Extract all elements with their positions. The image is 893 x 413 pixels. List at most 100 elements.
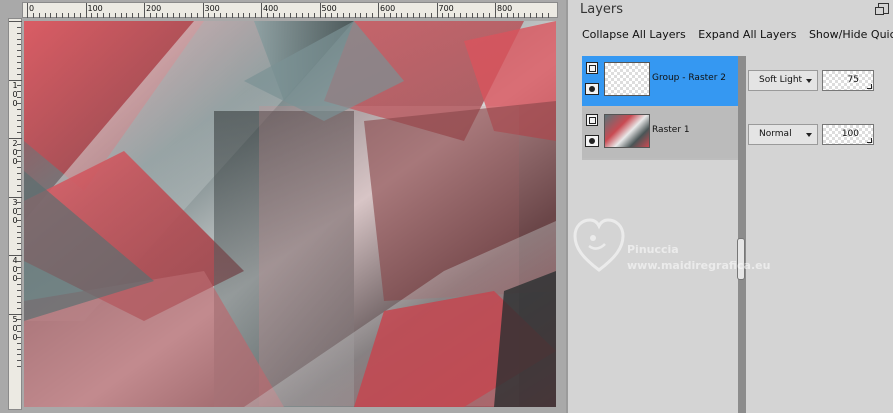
ruler-tick [249, 13, 251, 18]
ruler-tick [179, 13, 181, 18]
ruler-tick [17, 260, 21, 262]
opacity-field[interactable]: 75 [822, 70, 874, 91]
ruler-tick [266, 13, 268, 18]
ruler-tick [38, 13, 40, 18]
ruler-tick [17, 132, 21, 134]
layer-row-raster-1[interactable]: Raster 1 [582, 108, 738, 160]
ruler-tick [17, 331, 21, 333]
show-hide-quick-search-button[interactable]: Show/Hide Quick Sea [809, 28, 893, 41]
layer-name: Group - Raster 2 [652, 73, 726, 83]
ruler-tick [155, 13, 157, 18]
ruler-tick [17, 219, 21, 221]
raster-layer-icon [586, 114, 598, 126]
ruler-tick [17, 243, 21, 245]
ruler-label: 800 [497, 4, 513, 13]
layers-toolbar: Collapse All Layers Expand All Layers Sh… [582, 28, 893, 41]
layer-list: Group - Raster 2 Raster 1 [582, 56, 738, 160]
ruler-tick [418, 13, 420, 18]
ruler-tick [541, 13, 543, 18]
ruler-tick [237, 13, 239, 18]
ruler-tick [307, 13, 309, 18]
ruler-tick [17, 336, 21, 338]
ruler-tick [17, 155, 21, 157]
blend-mode-dropdown[interactable]: Normal [748, 124, 818, 145]
ruler-tick [9, 21, 22, 22]
ruler-tick [17, 102, 21, 104]
blend-mode-value: Normal [759, 129, 792, 139]
ruler-tick [173, 13, 175, 18]
ruler-tick [56, 13, 58, 18]
ruler-tick [214, 13, 216, 18]
ruler-tick [465, 13, 467, 18]
ruler-tick [354, 13, 356, 18]
ruler-tick [17, 354, 21, 356]
ruler-tick [225, 13, 227, 18]
ruler-tick [290, 13, 292, 18]
ruler-tick [401, 13, 403, 18]
resize-corner-icon [867, 138, 872, 143]
ruler-tick [17, 167, 21, 169]
ruler-tick [442, 13, 444, 18]
ruler-tick [17, 184, 21, 186]
ruler-tick [366, 13, 368, 18]
heart-icon [573, 218, 625, 272]
ruler-tick [17, 91, 21, 93]
ruler-tick [500, 13, 502, 18]
ruler-tick [17, 149, 21, 151]
ruler-label: 100 [87, 4, 103, 13]
ruler-tick [220, 13, 222, 18]
watermark-url: www.maidiregrafica.eu [627, 259, 771, 272]
ruler-tick [506, 13, 508, 18]
ruler-tick [278, 13, 280, 18]
layer-thumbnail [604, 114, 650, 148]
ruler-tick [17, 120, 21, 122]
ruler-tick [483, 13, 485, 18]
opacity-field[interactable]: 100 [822, 124, 874, 145]
ruler-tick [108, 13, 110, 18]
canvas-image[interactable] [24, 21, 556, 407]
ruler-tick [424, 13, 426, 18]
ruler-tick [17, 61, 21, 63]
ruler-tick [261, 3, 262, 18]
ruler-tick [91, 13, 93, 18]
canvas-area[interactable]: 0 100 200 300 400 500 600 700 800 10020030040050… [0, 0, 566, 413]
ruler-tick [161, 13, 163, 18]
ruler-tick [17, 284, 21, 286]
layer-row-group-raster-2[interactable]: Group - Raster 2 [582, 56, 738, 108]
expand-all-layers-button[interactable]: Expand All Layers [698, 28, 796, 41]
ruler-tick [383, 13, 385, 18]
ruler-tick [17, 290, 21, 292]
ruler-tick [319, 3, 321, 18]
ruler-tick [372, 13, 374, 18]
visibility-eye-icon[interactable] [585, 83, 599, 95]
opacity-value: 100 [841, 129, 859, 139]
ruler-tick [17, 114, 21, 116]
ruler-tick [202, 3, 204, 18]
ruler-tick [17, 214, 21, 216]
ruler-tick [296, 13, 298, 18]
blend-mode-dropdown[interactable]: Soft Light [748, 70, 818, 91]
ruler-tick [114, 13, 116, 18]
ruler-tick [17, 178, 21, 180]
ruler-tick [17, 97, 21, 99]
ruler-tick [132, 13, 134, 18]
collapse-all-layers-button[interactable]: Collapse All Layers [582, 28, 686, 41]
ruler-tick [407, 13, 409, 18]
layers-panel: Layers Collapse All Layers Expand All La… [566, 0, 893, 413]
ruler-tick [325, 13, 327, 18]
resize-corner-icon [867, 84, 872, 89]
ruler-tick [471, 13, 473, 18]
ruler-tick [103, 13, 105, 18]
ruler-tick [17, 342, 21, 344]
ruler-tick [378, 3, 379, 18]
ruler-tick [301, 13, 303, 18]
ruler-tick [79, 13, 81, 18]
ruler-tick [126, 13, 128, 18]
ruler-label: 200 [146, 4, 162, 13]
ruler-tick [17, 26, 21, 28]
ruler-tick [149, 13, 151, 18]
ruler-tick [17, 307, 21, 309]
ruler-tick [454, 13, 456, 18]
visibility-eye-icon[interactable] [585, 135, 599, 147]
restore-window-icon[interactable] [875, 3, 889, 15]
